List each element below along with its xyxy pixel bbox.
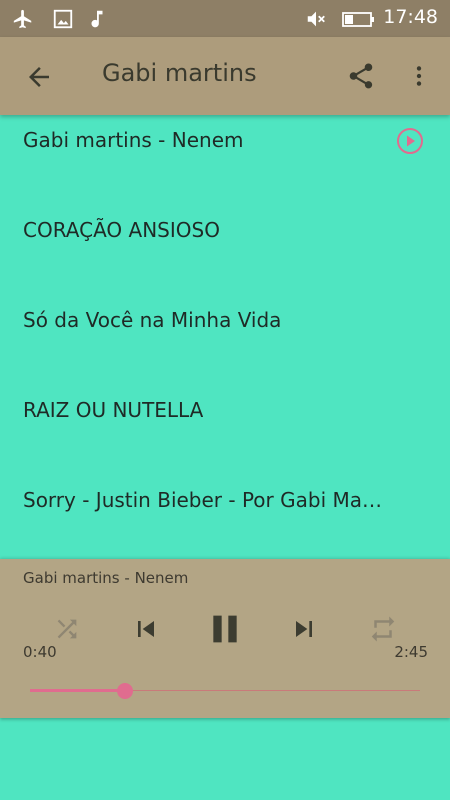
- page-title: Gabi martins: [102, 59, 257, 87]
- song-title: Só da Você na Minha Vida: [23, 308, 282, 332]
- elapsed-time: 0:40: [23, 643, 57, 661]
- song-title: Sorry - Justin Bieber - Por Gabi Martins: [23, 488, 383, 512]
- share-icon[interactable]: [346, 61, 376, 91]
- app-bar: Gabi martins: [0, 37, 450, 115]
- skip-previous-icon[interactable]: [130, 612, 162, 646]
- repeat-icon[interactable]: [368, 614, 398, 644]
- airplane-icon: [13, 9, 32, 29]
- list-item[interactable]: Gabi martins - Nenem: [0, 115, 450, 205]
- pause-icon[interactable]: [205, 607, 245, 651]
- arrow-back-icon[interactable]: [24, 62, 54, 92]
- play-circle-icon[interactable]: [396, 127, 424, 155]
- now-playing-title: Gabi martins - Nenem: [23, 569, 189, 587]
- list-item[interactable]: Só da Você na Minha Vida: [0, 295, 450, 385]
- shuffle-icon[interactable]: [53, 615, 81, 643]
- seek-progress: [30, 689, 125, 692]
- battery-icon: [342, 12, 374, 27]
- song-title: Gabi martins - Nenem: [23, 128, 244, 152]
- song-list: Gabi martins - Nenem CORAÇÃO ANSIOSO Só …: [0, 115, 450, 559]
- status-time: 17:48: [383, 6, 438, 28]
- seek-bar[interactable]: [30, 681, 420, 701]
- list-item[interactable]: RAIZ OU NUTELLA: [0, 385, 450, 475]
- list-item[interactable]: CORAÇÃO ANSIOSO: [0, 205, 450, 295]
- more-vert-icon[interactable]: [406, 61, 432, 91]
- song-title: RAIZ OU NUTELLA: [23, 398, 204, 422]
- music-player: Gabi martins - Nenem 0:40 2:45: [0, 559, 450, 718]
- list-item[interactable]: Sorry - Justin Bieber - Por Gabi Martins: [0, 475, 450, 559]
- status-bar: 17:48: [0, 0, 450, 37]
- skip-next-icon[interactable]: [288, 612, 320, 646]
- music-note-icon: [91, 10, 103, 28]
- song-title: CORAÇÃO ANSIOSO: [23, 218, 220, 242]
- mute-icon: [307, 11, 325, 27]
- total-duration: 2:45: [394, 643, 428, 661]
- seek-thumb[interactable]: [116, 683, 133, 699]
- image-icon: [53, 9, 73, 29]
